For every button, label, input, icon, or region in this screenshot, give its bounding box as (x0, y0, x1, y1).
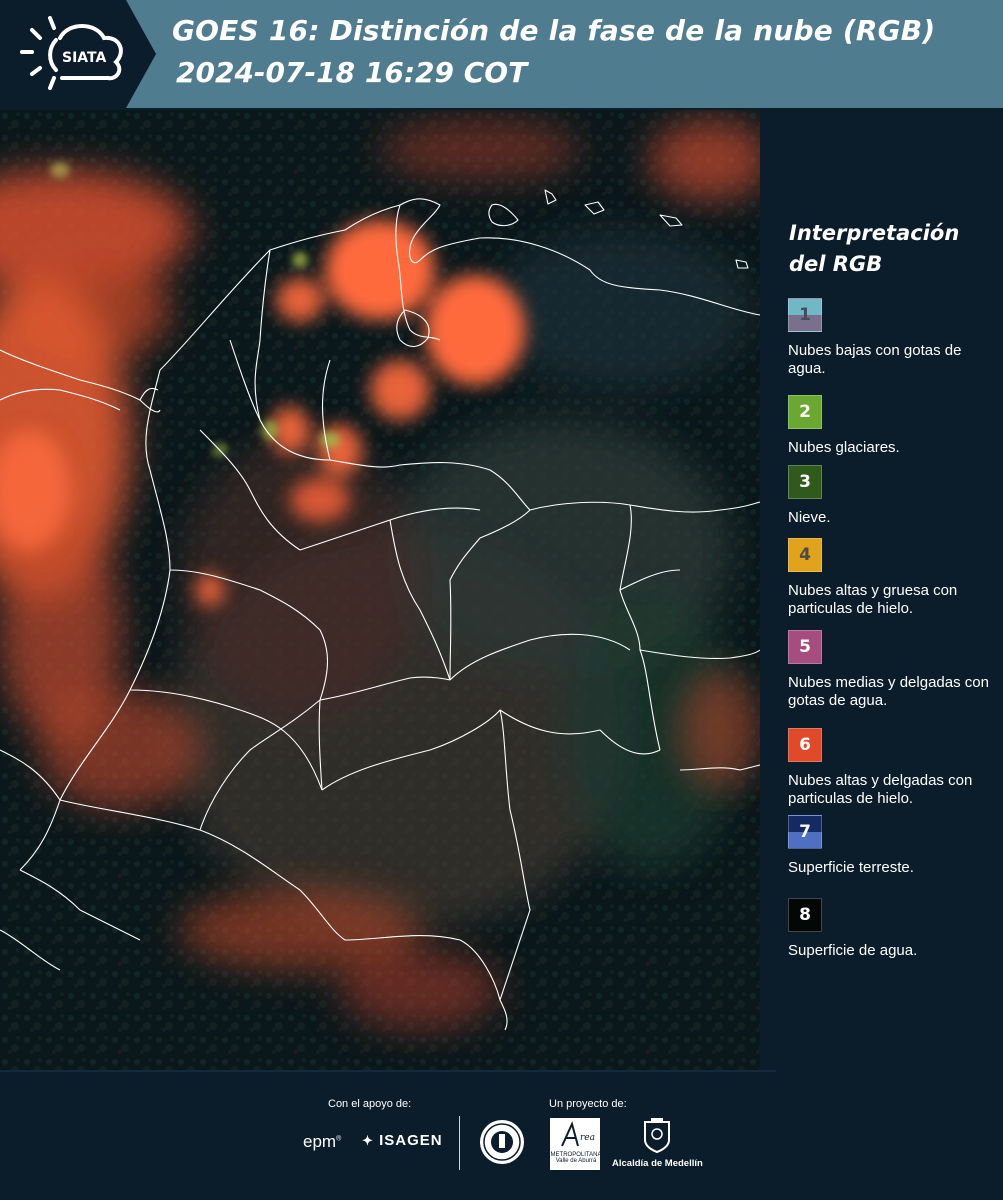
legend-item-5: 5 Nubes medias y delgadas con gotas de ag… (788, 630, 998, 710)
legend-swatch: 6 (788, 728, 822, 762)
legend-number: 6 (799, 735, 811, 755)
legend-item-1: 1 Nubes bajas con gotas de agua. (788, 298, 998, 378)
legend-label: Nieve. (788, 509, 831, 526)
legend-swatch: 5 (788, 630, 822, 664)
legend-item-3: 3 Nieve. (788, 465, 998, 527)
legend-swatch: 3 (788, 465, 822, 499)
legend-item-2: 2 Nubes glaciares. (788, 395, 998, 457)
seal-logo (480, 1120, 524, 1164)
amva-text: METROPOLITANA Valle de Aburrá (550, 1152, 602, 1164)
legend-swatch: 1 (788, 298, 822, 332)
legend-number: 8 (799, 905, 811, 925)
footer-vertical-divider (459, 1116, 460, 1170)
legend-item-6: 6 Nubes altas y delgadas con particulas d… (788, 728, 998, 808)
legend-label: Nubes medias y delgadas con gotas de agu… (788, 674, 989, 709)
legend-panel: Interpretación del RGB 1 Nubes bajas con … (760, 110, 1003, 1070)
footer-divider (0, 1070, 776, 1072)
legend-label: Nubes altas y gruesa con particulas de h… (788, 582, 958, 617)
legend-number: 5 (799, 637, 811, 657)
support-label: Con el apoyo de: (328, 1098, 412, 1110)
footer: Con el apoyo de: Un proyecto de: epm® ✦ … (0, 1070, 1003, 1200)
page-title: GOES 16: Distinción de la fase de la nub… (172, 14, 936, 47)
medellin-shield-icon (644, 1118, 670, 1154)
siata-logo: SIATA (20, 16, 123, 90)
legend-number: 7 (799, 822, 811, 842)
satellite-map (0, 110, 760, 1070)
legend-number: 2 (799, 402, 811, 422)
project-label: Un proyecto de: (549, 1098, 627, 1110)
epm-logo: epm® (303, 1132, 342, 1151)
legend-swatch: 4 (788, 538, 822, 572)
legend-item-4: 4 Nubes altas y gruesa con particulas de … (788, 538, 998, 618)
svg-text:rea: rea (580, 1133, 595, 1143)
legend-label: Superficie de agua. (788, 942, 918, 959)
legend-number: 1 (799, 305, 811, 325)
legend-item-7: 7 Superficie terreste. (788, 815, 998, 877)
medellin-text: Alcaldía de Medellín (612, 1158, 703, 1169)
legend-swatch: 7 (788, 815, 822, 849)
satellite-image (0, 110, 760, 1070)
logo-text: SIATA (62, 50, 107, 66)
header: SIATA GOES 16: Distinción de la fase de … (0, 0, 1003, 108)
legend-swatch: 2 (788, 395, 822, 429)
legend-label: Nubes altas y delgadas con particulas de… (788, 772, 973, 807)
timestamp: 2024-07-18 16:29 COT (176, 56, 528, 89)
legend-label: Superficie terreste. (788, 859, 914, 876)
legend-title: Interpretación del RGB (789, 221, 960, 276)
legend-item-8: 8 Superficie de agua. (788, 898, 998, 960)
legend-number: 3 (799, 472, 811, 492)
isagen-logo: ✦ ISAGEN (362, 1132, 443, 1149)
legend-label: Nubes glaciares. (788, 439, 900, 456)
legend-number: 4 (799, 545, 811, 565)
legend-label: Nubes bajas con gotas de agua. (788, 342, 962, 377)
legend-swatch: 8 (788, 898, 822, 932)
